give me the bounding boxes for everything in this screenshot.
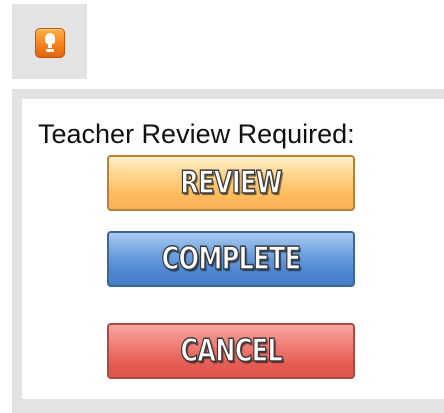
cancel-button[interactable]: CANCEL bbox=[107, 323, 355, 379]
alert-icon-base bbox=[46, 49, 54, 52]
alert-icon[interactable] bbox=[35, 28, 65, 58]
complete-button[interactable]: COMPLETE bbox=[107, 231, 355, 287]
cancel-button-label: CANCEL bbox=[180, 332, 284, 370]
review-button-label: REVIEW bbox=[180, 164, 283, 202]
teacher-review-panel: Teacher Review Required: REVIEW COMPLETE… bbox=[12, 89, 444, 413]
alert-icon-stem bbox=[48, 43, 52, 48]
complete-button-label: COMPLETE bbox=[161, 240, 302, 278]
panel-title: Teacher Review Required: bbox=[38, 119, 355, 149]
alert-tab[interactable] bbox=[12, 4, 87, 79]
panel-content: Teacher Review Required: REVIEW COMPLETE… bbox=[22, 99, 444, 399]
review-button[interactable]: REVIEW bbox=[107, 155, 355, 211]
